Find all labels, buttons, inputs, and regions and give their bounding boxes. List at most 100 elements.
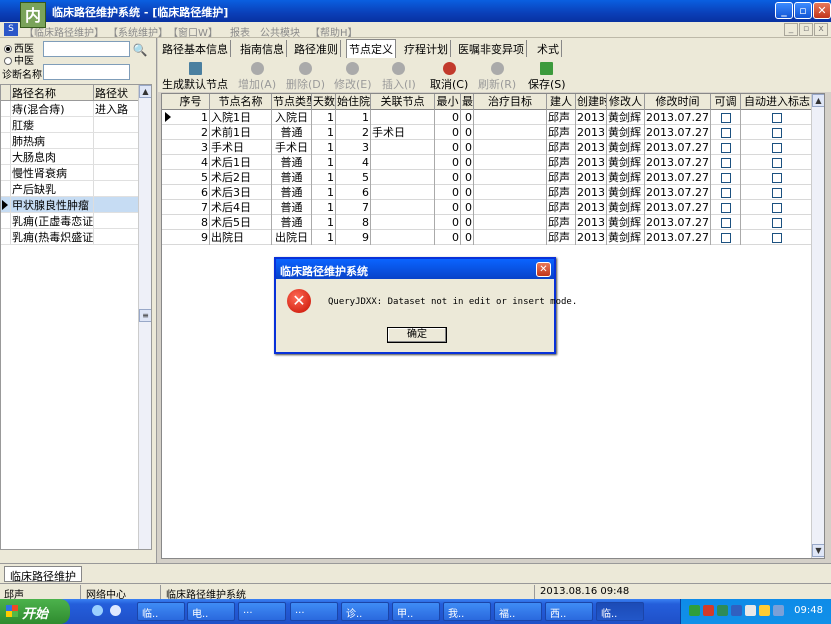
grid-column-header[interactable]: 最小	[435, 94, 461, 110]
table-cell[interactable]: 邱声	[547, 185, 576, 200]
app-menu-icon[interactable]: S	[4, 23, 18, 36]
doc-tab-clinical-path[interactable]: 临床路径维护	[4, 566, 82, 583]
table-cell[interactable]	[371, 230, 435, 245]
tray-app-icon[interactable]	[717, 605, 728, 616]
modify-button[interactable]: 修改(E)	[334, 62, 372, 92]
grid-vertical-scrollbar[interactable]: ▲ ▼	[811, 94, 824, 558]
col-path-name[interactable]: 路径名称	[11, 85, 94, 100]
table-cell[interactable]: 2013.07.27	[645, 185, 711, 200]
path-list-row[interactable]: 乳痈(热毒炽盛证	[1, 229, 151, 245]
table-cell[interactable]: 9	[172, 230, 210, 245]
table-cell[interactable]: 2013.	[576, 170, 607, 185]
table-cell[interactable]: 出院日	[210, 230, 272, 245]
taskbar-button[interactable]: 诊..	[341, 602, 389, 621]
table-cell[interactable]: 2013.	[576, 185, 607, 200]
adjustable-checkbox[interactable]	[711, 125, 741, 140]
tab-surgery[interactable]: 术式	[535, 40, 562, 57]
table-cell[interactable]: 2013.	[576, 125, 607, 140]
table-cell[interactable]: 5	[172, 170, 210, 185]
table-cell[interactable]: 普通	[272, 125, 312, 140]
table-cell[interactable]	[474, 230, 547, 245]
table-cell[interactable]: 1	[312, 140, 336, 155]
tab-node-definition[interactable]: 节点定义	[346, 39, 396, 58]
grid-column-header[interactable]: 建人	[547, 94, 576, 110]
tray-network-icon[interactable]	[689, 605, 700, 616]
table-cell[interactable]	[474, 200, 547, 215]
table-cell[interactable]: 7	[336, 200, 371, 215]
mdi-restore-button[interactable]: ▫	[799, 23, 813, 36]
taskbar-button[interactable]: 临..	[596, 602, 644, 621]
table-cell[interactable]: 7	[172, 200, 210, 215]
table-cell[interactable]: 1	[312, 125, 336, 140]
table-cell[interactable]	[474, 170, 547, 185]
table-row[interactable]: 2 术前1日 普通 1 2 手术日 0 0 邱声 2013. 黄剑辉 2013.07.27	[162, 125, 824, 140]
menu-common-module[interactable]: 公共模块	[260, 24, 300, 39]
table-row[interactable]: 7 术后4日 普通 1 7 0 0 邱声 2013. 黄剑辉 2013.07.27	[162, 200, 824, 215]
grid-column-header[interactable]: 修改时间	[645, 94, 711, 110]
table-cell[interactable]: 1	[312, 185, 336, 200]
table-cell[interactable]: 普通	[272, 170, 312, 185]
table-cell[interactable]	[474, 125, 547, 140]
table-cell[interactable]: 2013.	[576, 155, 607, 170]
add-button[interactable]: 增加(A)	[238, 62, 276, 92]
table-cell[interactable]: 术前1日	[210, 125, 272, 140]
start-button[interactable]: 开始	[0, 599, 70, 624]
search-input[interactable]	[43, 41, 130, 57]
table-cell[interactable]: 0	[461, 155, 474, 170]
table-cell[interactable]	[371, 170, 435, 185]
menu-window[interactable]: 【窗口W】	[168, 24, 218, 39]
grid-column-header[interactable]: 天数	[312, 94, 336, 110]
table-cell[interactable]: 0	[435, 215, 461, 230]
table-cell[interactable]: 邱声	[547, 215, 576, 230]
table-cell[interactable]: 0	[461, 110, 474, 125]
table-cell[interactable]	[371, 185, 435, 200]
table-cell[interactable]	[371, 140, 435, 155]
table-cell[interactable]: 2013.	[576, 230, 607, 245]
grid-column-header[interactable]: 修改人	[607, 94, 645, 110]
table-cell[interactable]: 2013.	[576, 200, 607, 215]
refresh-button[interactable]: 刷新(R)	[478, 62, 516, 92]
search-icon[interactable]: 🔍	[132, 42, 148, 58]
table-cell[interactable]: 术后4日	[210, 200, 272, 215]
grid-column-header[interactable]: 节点类型	[272, 94, 312, 110]
taskbar-button[interactable]: 临..	[137, 602, 185, 621]
tray-info-icon[interactable]	[759, 605, 770, 616]
path-list-row[interactable]: 乳痈(正虚毒恋证	[1, 213, 151, 229]
table-cell[interactable]: 0	[435, 125, 461, 140]
table-cell[interactable]: 5	[336, 170, 371, 185]
table-cell[interactable]: 0	[435, 140, 461, 155]
table-cell[interactable]: 1	[312, 155, 336, 170]
insert-button[interactable]: 插入(I)	[382, 62, 416, 92]
scroll-thumb[interactable]: ≡	[139, 309, 151, 322]
dialog-close-button[interactable]: ✕	[536, 262, 551, 277]
browser-icon[interactable]	[110, 605, 121, 616]
table-cell[interactable]: 手术日	[210, 140, 272, 155]
delete-button[interactable]: 删除(D)	[286, 62, 325, 92]
table-cell[interactable]: 1	[312, 200, 336, 215]
table-cell[interactable]: 2	[336, 125, 371, 140]
diagnosis-input[interactable]	[43, 64, 130, 80]
taskbar-button[interactable]: 福..	[494, 602, 542, 621]
auto-enter-checkbox[interactable]	[741, 140, 814, 155]
scroll-up-icon[interactable]: ▲	[812, 94, 824, 107]
path-list-row[interactable]: 甲状腺良性肿瘤	[1, 197, 151, 213]
radio-chinese-medicine[interactable]: 中医	[4, 52, 34, 67]
table-row[interactable]: 4 术后1日 普通 1 4 0 0 邱声 2013. 黄剑辉 2013.07.27	[162, 155, 824, 170]
table-cell[interactable]: 6	[336, 185, 371, 200]
menu-system[interactable]: 【系统维护】	[108, 24, 168, 39]
tab-order-items[interactable]: 医嘱非变异项	[456, 40, 527, 57]
table-cell[interactable]: 术后3日	[210, 185, 272, 200]
table-cell[interactable]: 0	[461, 185, 474, 200]
table-cell[interactable]: 1	[312, 230, 336, 245]
auto-enter-checkbox[interactable]	[741, 125, 814, 140]
ok-button[interactable]: 确定	[387, 327, 447, 343]
table-cell[interactable]: 4	[172, 155, 210, 170]
table-cell[interactable]: 0	[435, 230, 461, 245]
table-cell[interactable]: 3	[172, 140, 210, 155]
table-cell[interactable]: 0	[435, 185, 461, 200]
taskbar-button[interactable]: 我..	[443, 602, 491, 621]
table-cell[interactable]: 黄剑辉	[607, 125, 645, 140]
grid-column-header[interactable]: 最	[461, 94, 474, 110]
table-cell[interactable]: 0	[461, 200, 474, 215]
table-cell[interactable]: 黄剑辉	[607, 110, 645, 125]
